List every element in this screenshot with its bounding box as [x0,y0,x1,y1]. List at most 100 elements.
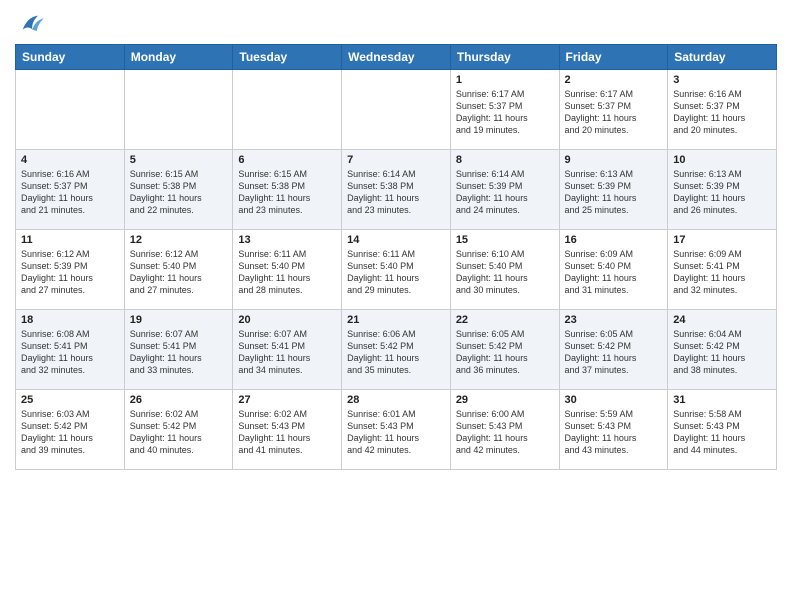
calendar-day-cell: 27 Sunrise: 6:02 AM Sunset: 5:43 PM Dayli… [233,390,342,470]
calendar-day-cell: 18Sunrise: 6:08 AM Sunset: 5:41 PM Dayli… [16,310,125,390]
calendar-day-cell: 22 Sunrise: 6:05 AM Sunset: 5:42 PM Dayli… [450,310,559,390]
day-number: 14 [347,234,445,246]
day-of-week-header: Thursday [450,45,559,70]
day-detail: Sunrise: 6:13 AM Sunset: 5:39 PM Dayligh… [673,168,771,217]
day-number: 5 [130,154,228,166]
day-detail: Sunrise: 6:02 AM Sunset: 5:43 PM Dayligh… [238,408,336,457]
calendar-day-cell: 14 Sunrise: 6:11 AM Sunset: 5:40 PM Dayli… [342,230,451,310]
calendar-day-cell: 4 Sunrise: 6:16 AM Sunset: 5:37 PM Daylig… [16,150,125,230]
day-detail: Sunrise: 6:17 AM Sunset: 5:37 PM Dayligh… [565,88,663,137]
day-detail: Sunrise: 6:17 AM Sunset: 5:37 PM Dayligh… [456,88,554,137]
day-detail: Sunrise: 6:11 AM Sunset: 5:40 PM Dayligh… [238,248,336,297]
calendar-day-cell: 26 Sunrise: 6:02 AM Sunset: 5:42 PM Dayli… [124,390,233,470]
day-detail: Sunrise: 6:10 AM Sunset: 5:40 PM Dayligh… [456,248,554,297]
day-number: 21 [347,314,445,326]
calendar-day-cell: 1 Sunrise: 6:17 AM Sunset: 5:37 PM Daylig… [450,70,559,150]
calendar-week-row: 4 Sunrise: 6:16 AM Sunset: 5:37 PM Daylig… [16,150,777,230]
day-detail: Sunrise: 6:05 AM Sunset: 5:42 PM Dayligh… [565,328,663,377]
day-detail: Sunrise: 6:09 AM Sunset: 5:41 PM Dayligh… [673,248,771,297]
day-detail: Sunrise: 6:14 AM Sunset: 5:38 PM Dayligh… [347,168,445,217]
day-detail: Sunrise: 6:02 AM Sunset: 5:42 PM Dayligh… [130,408,228,457]
day-of-week-header: Tuesday [233,45,342,70]
day-number: 29 [456,394,554,406]
day-detail: Sunrise: 6:08 AM Sunset: 5:41 PM Dayligh… [21,328,119,377]
day-of-week-header: Wednesday [342,45,451,70]
day-detail: Sunrise: 6:11 AM Sunset: 5:40 PM Dayligh… [347,248,445,297]
calendar-day-cell: 25 Sunrise: 6:03 AM Sunset: 5:42 PM Dayli… [16,390,125,470]
day-number: 30 [565,394,663,406]
calendar-day-cell: 2 Sunrise: 6:17 AM Sunset: 5:37 PM Daylig… [559,70,668,150]
day-number: 6 [238,154,336,166]
calendar-day-cell: 6 Sunrise: 6:15 AM Sunset: 5:38 PM Daylig… [233,150,342,230]
day-detail: Sunrise: 6:01 AM Sunset: 5:43 PM Dayligh… [347,408,445,457]
calendar-day-cell: 31 Sunrise: 5:58 AM Sunset: 5:43 PM Dayli… [668,390,777,470]
calendar-day-cell: 23 Sunrise: 6:05 AM Sunset: 5:42 PM Dayli… [559,310,668,390]
calendar-day-cell: 12 Sunrise: 6:12 AM Sunset: 5:40 PM Dayli… [124,230,233,310]
day-number: 27 [238,394,336,406]
day-number: 16 [565,234,663,246]
day-of-week-header: Friday [559,45,668,70]
day-number: 10 [673,154,771,166]
day-number: 13 [238,234,336,246]
day-number: 1 [456,74,554,86]
day-number: 19 [130,314,228,326]
day-number: 22 [456,314,554,326]
calendar-day-cell: 20 Sunrise: 6:07 AM Sunset: 5:41 PM Dayli… [233,310,342,390]
calendar-table: SundayMondayTuesdayWednesdayThursdayFrid… [15,44,777,470]
day-detail: Sunrise: 6:06 AM Sunset: 5:42 PM Dayligh… [347,328,445,377]
day-number: 11 [21,234,119,246]
calendar-week-row: 11Sunrise: 6:12 AM Sunset: 5:39 PM Dayli… [16,230,777,310]
day-number: 12 [130,234,228,246]
calendar-week-row: 1 Sunrise: 6:17 AM Sunset: 5:37 PM Daylig… [16,70,777,150]
calendar-day-cell: 3 Sunrise: 6:16 AM Sunset: 5:37 PM Daylig… [668,70,777,150]
calendar-day-cell: 8 Sunrise: 6:14 AM Sunset: 5:39 PM Daylig… [450,150,559,230]
day-number: 2 [565,74,663,86]
calendar-day-cell: 24Sunrise: 6:04 AM Sunset: 5:42 PM Dayli… [668,310,777,390]
day-detail: Sunrise: 6:03 AM Sunset: 5:42 PM Dayligh… [21,408,119,457]
calendar-day-cell: 15Sunrise: 6:10 AM Sunset: 5:40 PM Dayli… [450,230,559,310]
day-number: 17 [673,234,771,246]
calendar-day-cell: 11Sunrise: 6:12 AM Sunset: 5:39 PM Dayli… [16,230,125,310]
calendar-day-cell: 29 Sunrise: 6:00 AM Sunset: 5:43 PM Dayli… [450,390,559,470]
logo-bird-icon [17,10,45,38]
day-of-week-header: Sunday [16,45,125,70]
day-number: 20 [238,314,336,326]
day-number: 28 [347,394,445,406]
day-detail: Sunrise: 5:58 AM Sunset: 5:43 PM Dayligh… [673,408,771,457]
calendar-header-row: SundayMondayTuesdayWednesdayThursdayFrid… [16,45,777,70]
day-detail: Sunrise: 6:12 AM Sunset: 5:40 PM Dayligh… [130,248,228,297]
calendar-day-cell [342,70,451,150]
day-number: 4 [21,154,119,166]
calendar-day-cell: 13 Sunrise: 6:11 AM Sunset: 5:40 PM Dayli… [233,230,342,310]
day-number: 31 [673,394,771,406]
day-detail: Sunrise: 6:07 AM Sunset: 5:41 PM Dayligh… [238,328,336,377]
calendar-day-cell: 10 Sunrise: 6:13 AM Sunset: 5:39 PM Dayli… [668,150,777,230]
calendar-day-cell: 9Sunrise: 6:13 AM Sunset: 5:39 PM Daylig… [559,150,668,230]
day-of-week-header: Monday [124,45,233,70]
day-detail: Sunrise: 6:14 AM Sunset: 5:39 PM Dayligh… [456,168,554,217]
day-detail: Sunrise: 6:15 AM Sunset: 5:38 PM Dayligh… [130,168,228,217]
day-detail: Sunrise: 6:09 AM Sunset: 5:40 PM Dayligh… [565,248,663,297]
day-detail: Sunrise: 6:13 AM Sunset: 5:39 PM Dayligh… [565,168,663,217]
day-detail: Sunrise: 6:15 AM Sunset: 5:38 PM Dayligh… [238,168,336,217]
calendar-day-cell: 16 Sunrise: 6:09 AM Sunset: 5:40 PM Dayli… [559,230,668,310]
day-detail: Sunrise: 6:16 AM Sunset: 5:37 PM Dayligh… [673,88,771,137]
day-detail: Sunrise: 6:07 AM Sunset: 5:41 PM Dayligh… [130,328,228,377]
day-number: 23 [565,314,663,326]
calendar-day-cell: 28 Sunrise: 6:01 AM Sunset: 5:43 PM Dayli… [342,390,451,470]
calendar-day-cell: 19 Sunrise: 6:07 AM Sunset: 5:41 PM Dayli… [124,310,233,390]
day-detail: Sunrise: 6:00 AM Sunset: 5:43 PM Dayligh… [456,408,554,457]
day-number: 7 [347,154,445,166]
day-detail: Sunrise: 6:16 AM Sunset: 5:37 PM Dayligh… [21,168,119,217]
day-number: 25 [21,394,119,406]
calendar-day-cell: 5 Sunrise: 6:15 AM Sunset: 5:38 PM Daylig… [124,150,233,230]
day-number: 3 [673,74,771,86]
day-detail: Sunrise: 6:05 AM Sunset: 5:42 PM Dayligh… [456,328,554,377]
calendar-day-cell [124,70,233,150]
calendar-week-row: 18Sunrise: 6:08 AM Sunset: 5:41 PM Dayli… [16,310,777,390]
day-of-week-header: Saturday [668,45,777,70]
calendar-day-cell: 30 Sunrise: 5:59 AM Sunset: 5:43 PM Dayli… [559,390,668,470]
day-number: 8 [456,154,554,166]
day-detail: Sunrise: 5:59 AM Sunset: 5:43 PM Dayligh… [565,408,663,457]
day-number: 26 [130,394,228,406]
